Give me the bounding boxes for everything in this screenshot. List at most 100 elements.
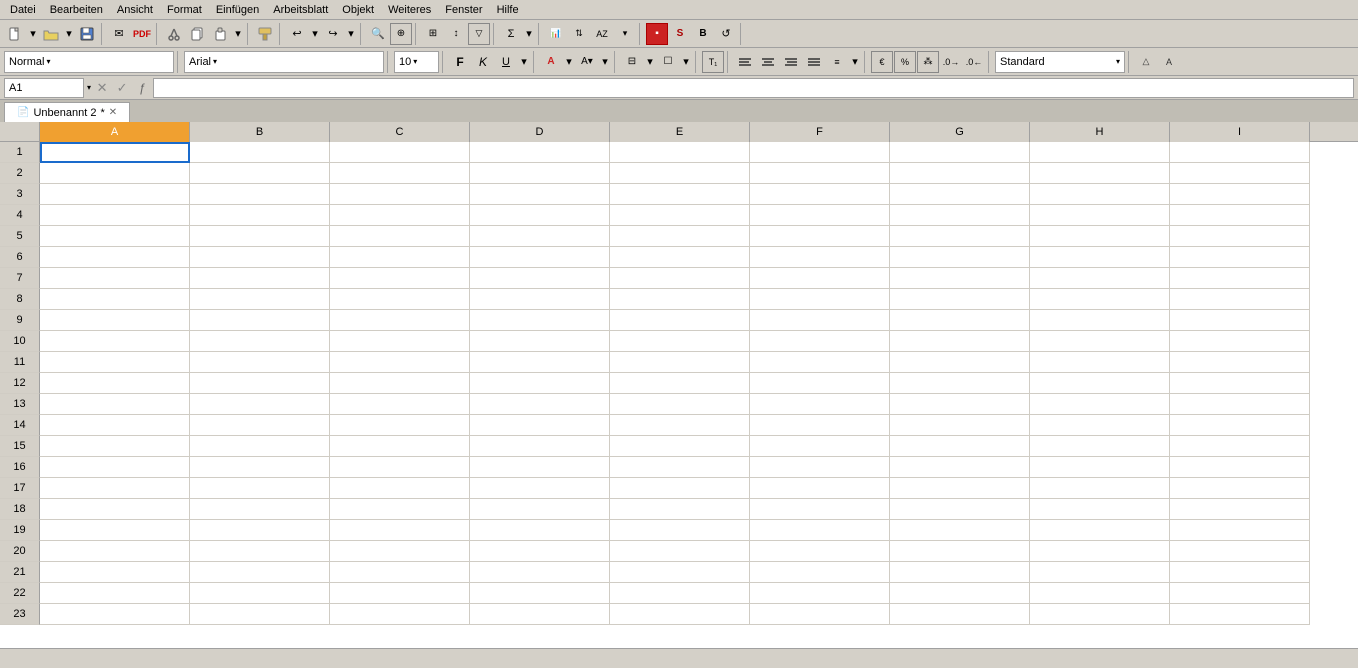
cell-G15[interactable]: [890, 436, 1030, 457]
cell-C15[interactable]: [330, 436, 470, 457]
font-dropdown[interactable]: Arial ▾: [184, 51, 384, 73]
cell-A9[interactable]: [40, 310, 190, 331]
cell-D4[interactable]: [470, 205, 610, 226]
cell-F11[interactable]: [750, 352, 890, 373]
cell-A3[interactable]: [40, 184, 190, 205]
align-dropdown[interactable]: ▾: [849, 51, 861, 73]
cell-A7[interactable]: [40, 268, 190, 289]
function-wizard-btn[interactable]: ƒ: [133, 79, 151, 97]
row-header-2[interactable]: 2: [0, 163, 40, 184]
cell-F8[interactable]: [750, 289, 890, 310]
cell-B20[interactable]: [190, 541, 330, 562]
underline-button[interactable]: U: [495, 51, 517, 73]
cell-E10[interactable]: [610, 331, 750, 352]
menu-bearbeiten[interactable]: Bearbeiten: [44, 2, 109, 18]
cell-E6[interactable]: [610, 247, 750, 268]
cell-A4[interactable]: [40, 205, 190, 226]
cell-G8[interactable]: [890, 289, 1030, 310]
cell-H21[interactable]: [1030, 562, 1170, 583]
formula-input[interactable]: [153, 78, 1354, 98]
row-header-12[interactable]: 12: [0, 373, 40, 394]
align-left-button[interactable]: [734, 51, 756, 73]
cell-B12[interactable]: [190, 373, 330, 394]
fontsize-dropdown[interactable]: 10 ▾: [394, 51, 439, 73]
cell-A17[interactable]: [40, 478, 190, 499]
cell-E7[interactable]: [610, 268, 750, 289]
cell-I1[interactable]: [1170, 142, 1310, 163]
cell-A8[interactable]: [40, 289, 190, 310]
cell-D6[interactable]: [470, 247, 610, 268]
col-header-h[interactable]: H: [1030, 122, 1170, 142]
zoom-button[interactable]: ⊞: [422, 23, 444, 45]
cell-G13[interactable]: [890, 394, 1030, 415]
cell-B21[interactable]: [190, 562, 330, 583]
cell-B2[interactable]: [190, 163, 330, 184]
cell-I23[interactable]: [1170, 604, 1310, 625]
menu-arbeitsblatt[interactable]: Arbeitsblatt: [267, 2, 334, 18]
cell-D16[interactable]: [470, 457, 610, 478]
cell-A14[interactable]: [40, 415, 190, 436]
cell-G9[interactable]: [890, 310, 1030, 331]
sort-asc-button[interactable]: ↕: [445, 23, 467, 45]
cell-A5[interactable]: [40, 226, 190, 247]
menu-einfuegen[interactable]: Einfügen: [210, 2, 265, 18]
style-dropdown[interactable]: Normal ▾: [4, 51, 174, 73]
align-center-button[interactable]: [757, 51, 779, 73]
cell-H16[interactable]: [1030, 457, 1170, 478]
t1-button[interactable]: T₁: [702, 51, 724, 73]
cell-H4[interactable]: [1030, 205, 1170, 226]
cell-C22[interactable]: [330, 583, 470, 604]
align-right-button[interactable]: [780, 51, 802, 73]
row-header-9[interactable]: 9: [0, 310, 40, 331]
row-header-7[interactable]: 7: [0, 268, 40, 289]
cell-H2[interactable]: [1030, 163, 1170, 184]
cell-E3[interactable]: [610, 184, 750, 205]
cell-G17[interactable]: [890, 478, 1030, 499]
row-header-21[interactable]: 21: [0, 562, 40, 583]
cell-C19[interactable]: [330, 520, 470, 541]
cell-I17[interactable]: [1170, 478, 1310, 499]
cell-H11[interactable]: [1030, 352, 1170, 373]
borders-button[interactable]: ⊟: [621, 51, 643, 73]
sort-btn2[interactable]: AZ: [591, 23, 613, 45]
cell-F15[interactable]: [750, 436, 890, 457]
cell-G21[interactable]: [890, 562, 1030, 583]
cell-G7[interactable]: [890, 268, 1030, 289]
cell-I6[interactable]: [1170, 247, 1310, 268]
row-header-17[interactable]: 17: [0, 478, 40, 499]
cell-F20[interactable]: [750, 541, 890, 562]
cell-G22[interactable]: [890, 583, 1030, 604]
cell-C23[interactable]: [330, 604, 470, 625]
menu-hilfe[interactable]: Hilfe: [491, 2, 525, 18]
cell-G10[interactable]: [890, 331, 1030, 352]
sort-az-btn[interactable]: A: [1158, 51, 1180, 73]
cell-G19[interactable]: [890, 520, 1030, 541]
paste-button[interactable]: [209, 23, 231, 45]
cell-C4[interactable]: [330, 205, 470, 226]
col-header-i[interactable]: I: [1170, 122, 1310, 142]
cell-I19[interactable]: [1170, 520, 1310, 541]
cell-A21[interactable]: [40, 562, 190, 583]
underline-dropdown[interactable]: ▾: [518, 51, 530, 73]
cell-A15[interactable]: [40, 436, 190, 457]
cell-C3[interactable]: [330, 184, 470, 205]
find-button[interactable]: 🔍: [367, 23, 389, 45]
cell-B15[interactable]: [190, 436, 330, 457]
cell-E11[interactable]: [610, 352, 750, 373]
row-header-3[interactable]: 3: [0, 184, 40, 205]
copy-button[interactable]: [186, 23, 208, 45]
navigator-button[interactable]: ⊕: [390, 23, 412, 45]
cell-D23[interactable]: [470, 604, 610, 625]
cell-H5[interactable]: [1030, 226, 1170, 247]
cell-I12[interactable]: [1170, 373, 1310, 394]
redo-button[interactable]: ↪: [322, 23, 344, 45]
cell-D14[interactable]: [470, 415, 610, 436]
cell-D3[interactable]: [470, 184, 610, 205]
cell-H17[interactable]: [1030, 478, 1170, 499]
cell-B9[interactable]: [190, 310, 330, 331]
borders-dropdown[interactable]: ▾: [644, 51, 656, 73]
bold-toolbar[interactable]: B: [692, 23, 714, 45]
cell-H14[interactable]: [1030, 415, 1170, 436]
percent-button[interactable]: %: [894, 51, 916, 73]
cell-F3[interactable]: [750, 184, 890, 205]
